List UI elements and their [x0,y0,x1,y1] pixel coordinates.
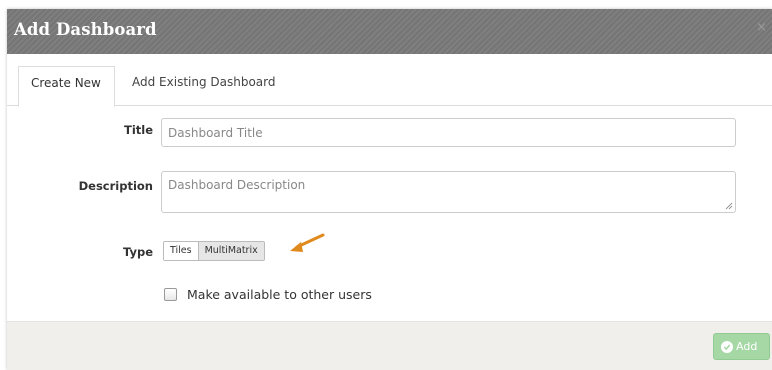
type-option-multimatrix[interactable]: MultiMatrix [198,242,264,260]
resize-grip-icon[interactable] [725,202,733,210]
tab-create-new[interactable]: Create New [18,66,115,107]
type-label: Type [122,245,153,259]
tab-bar: Create New Add Existing Dashboard [7,66,772,107]
dialog-title: Add Dashboard [14,20,157,39]
dialog-footer [7,321,772,370]
description-label: Description [78,179,153,193]
share-option-row: Make available to other users [164,286,372,302]
check-circle-icon [721,340,733,353]
share-checkbox[interactable] [164,287,177,301]
title-label: Title [123,123,153,137]
share-checkbox-label: Make available to other users [187,286,372,302]
description-textarea[interactable]: Dashboard Description [161,171,736,213]
description-placeholder: Dashboard Description [168,178,306,192]
type-toggle-group: Tiles MultiMatrix [163,241,265,261]
add-dashboard-dialog: Add Dashboard × Create New Add Existing … [7,9,772,370]
arrow-annotation-icon [290,233,325,252]
add-button-label: Add [736,340,758,353]
title-input[interactable]: Dashboard Title [161,118,736,147]
type-option-tiles[interactable]: Tiles [164,242,199,260]
dialog-header: Add Dashboard × [7,9,772,54]
tab-add-existing-dashboard[interactable]: Add Existing Dashboard [120,66,288,106]
close-icon[interactable]: × [756,20,767,35]
add-button[interactable]: Add [713,333,770,360]
